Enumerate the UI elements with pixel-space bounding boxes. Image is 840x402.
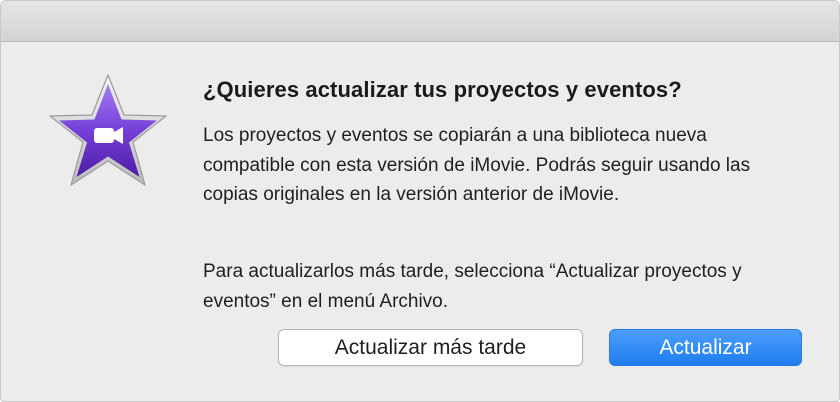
update-button[interactable]: Actualizar (609, 329, 802, 366)
alert-dialog: ¿Quieres actualizar tus proyectos y even… (0, 0, 840, 402)
dialog-message: Los proyectos y eventos se copiarán a un… (203, 125, 751, 205)
imovie-star-icon (49, 74, 167, 186)
dialog-note: Para actualizarlos más tarde, selecciona… (203, 261, 742, 312)
video-camera-icon (94, 127, 123, 144)
window-titlebar[interactable] (1, 1, 839, 42)
update-later-button[interactable]: Actualizar más tarde (278, 329, 583, 366)
dialog-title: ¿Quieres actualizar tus proyectos y even… (203, 77, 682, 102)
